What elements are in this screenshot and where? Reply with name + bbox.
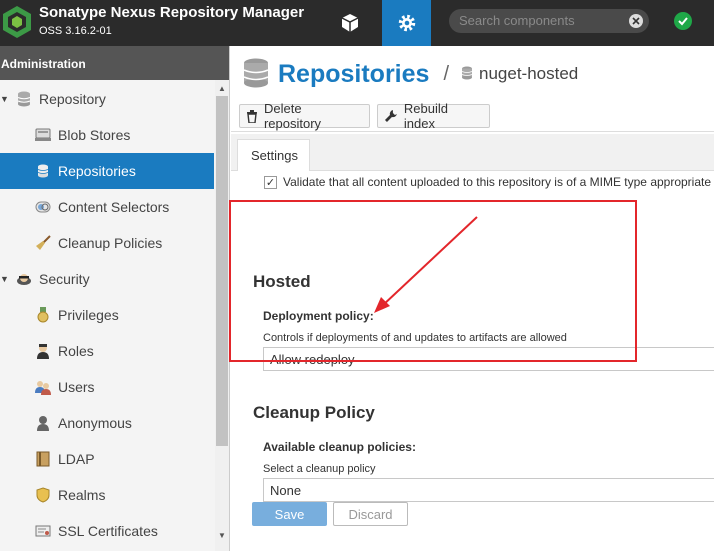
- browse-button[interactable]: [331, 0, 369, 46]
- cleanup-policy-value: None: [270, 483, 302, 498]
- breadcrumb: Repositories / nuget-hosted: [243, 56, 578, 92]
- clear-search-icon[interactable]: [629, 14, 643, 28]
- scroll-up-icon[interactable]: ▲: [218, 84, 226, 93]
- rebuild-index-label: Rebuild index: [403, 101, 448, 131]
- deployment-policy-value: Allow redeploy: [270, 352, 355, 367]
- sidebar-item-label: SSL Certificates: [58, 523, 158, 539]
- users-icon: [35, 379, 51, 395]
- expand-toggle-icon[interactable]: ▼: [0, 94, 10, 104]
- cleanup-policy-help: Select a cleanup policy: [263, 463, 376, 475]
- deployment-policy-label: Deployment policy:: [263, 309, 374, 323]
- sidebar-item-label: Repository: [39, 91, 106, 107]
- certificate-icon: [35, 523, 51, 539]
- sidebar-item-label: Blob Stores: [58, 127, 131, 143]
- database-icon: [35, 163, 51, 179]
- content-validation-row: ✓ Validate that all content uploaded to …: [264, 175, 714, 189]
- cube-icon: [341, 14, 359, 32]
- wrench-icon: [384, 110, 397, 122]
- blob-store-icon: [35, 127, 51, 143]
- main-panel: Repositories / nuget-hosted Delete repos…: [231, 46, 714, 551]
- broom-icon: [35, 235, 51, 251]
- sidebar-header: Administration: [0, 46, 229, 80]
- tab-settings[interactable]: Settings: [237, 139, 310, 171]
- delete-repository-button[interactable]: Delete repository: [239, 101, 370, 131]
- sidebar: Administration ▼ Repository Blob Stores …: [0, 46, 230, 551]
- content-validation-label: Validate that all content uploaded to th…: [283, 175, 714, 189]
- cleanup-section-title: Cleanup Policy: [253, 403, 375, 422]
- expand-toggle-icon[interactable]: ▼: [0, 274, 10, 284]
- hosted-section-title: Hosted: [253, 272, 311, 291]
- content-selector-icon: [35, 199, 51, 215]
- deployment-policy-help: Controls if deployments of and updates t…: [263, 332, 567, 344]
- security-icon: [16, 271, 32, 287]
- sidebar-item-cleanup-policies[interactable]: Cleanup Policies: [0, 225, 214, 261]
- top-bar: Sonatype Nexus Repository Manager OSS 3.…: [0, 0, 714, 46]
- tab-bar: Settings: [231, 134, 714, 171]
- delete-repository-label: Delete repository: [263, 101, 322, 131]
- breadcrumb-current: nuget-hosted: [479, 64, 579, 83]
- sidebar-item-users[interactable]: Users: [0, 369, 214, 405]
- app-title: Sonatype Nexus Repository Manager: [39, 4, 305, 21]
- cleanup-policies-label: Available cleanup policies:: [263, 440, 416, 454]
- anonymous-icon: [35, 415, 51, 431]
- breadcrumb-separator: /: [443, 62, 449, 85]
- sidebar-item-ldap[interactable]: LDAP: [0, 441, 214, 477]
- sidebar-item-label: Users: [58, 379, 95, 395]
- sidebar-item-label: Realms: [58, 487, 106, 503]
- sidebar-item-repositories[interactable]: Repositories: [0, 153, 214, 189]
- app-version: OSS 3.16.2-01: [39, 25, 112, 37]
- sidebar-item-label: Content Selectors: [58, 199, 170, 215]
- cleanup-policy-select[interactable]: None: [263, 478, 714, 502]
- search-input[interactable]: Search components: [449, 9, 649, 33]
- nexus-logo-icon[interactable]: [0, 4, 34, 40]
- database-icon: [16, 91, 32, 107]
- rebuild-index-button[interactable]: Rebuild index: [377, 101, 490, 131]
- sidebar-scrollbar[interactable]: ▲ ▼: [215, 80, 229, 551]
- sidebar-item-label: Roles: [58, 343, 94, 359]
- database-icon: [243, 58, 269, 91]
- database-icon: [461, 66, 473, 83]
- discard-button[interactable]: Discard: [333, 502, 408, 526]
- sidebar-item-privileges[interactable]: Privileges: [0, 297, 214, 333]
- medal-icon: [35, 307, 51, 323]
- sidebar-item-security[interactable]: ▼ Security: [0, 261, 214, 297]
- deployment-policy-select[interactable]: Allow redeploy: [263, 347, 714, 371]
- system-status-icon[interactable]: [674, 12, 692, 30]
- trash-icon: [246, 109, 257, 123]
- sidebar-item-label: Security: [39, 271, 90, 287]
- scroll-down-icon[interactable]: ▼: [218, 531, 226, 540]
- toolbar: Delete repository Rebuild index: [231, 98, 714, 132]
- scrollbar-thumb[interactable]: [216, 96, 228, 446]
- shield-icon: [35, 487, 51, 503]
- role-icon: [35, 343, 51, 359]
- breadcrumb-repositories-link[interactable]: Repositories: [278, 60, 429, 89]
- gear-icon: [398, 14, 415, 32]
- sidebar-item-label: Repositories: [58, 163, 136, 179]
- sidebar-item-anonymous[interactable]: Anonymous: [0, 405, 214, 441]
- settings-form: ✓ Validate that all content uploaded to …: [231, 172, 714, 551]
- administration-button[interactable]: [382, 0, 431, 46]
- search-placeholder: Search components: [459, 13, 575, 28]
- sidebar-item-content-selectors[interactable]: Content Selectors: [0, 189, 214, 225]
- sidebar-item-roles[interactable]: Roles: [0, 333, 214, 369]
- book-icon: [35, 451, 51, 467]
- sidebar-item-label: Privileges: [58, 307, 119, 323]
- sidebar-item-ssl-certificates[interactable]: SSL Certificates: [0, 513, 214, 549]
- sidebar-item-label: LDAP: [58, 451, 95, 467]
- sidebar-item-repository[interactable]: ▼ Repository: [0, 81, 214, 117]
- content-validation-checkbox[interactable]: ✓: [264, 175, 277, 189]
- sidebar-item-label: Anonymous: [58, 415, 132, 431]
- sidebar-item-realms[interactable]: Realms: [0, 477, 214, 513]
- save-button[interactable]: Save: [252, 502, 327, 526]
- sidebar-item-blob-stores[interactable]: Blob Stores: [0, 117, 214, 153]
- sidebar-item-label: Cleanup Policies: [58, 235, 163, 251]
